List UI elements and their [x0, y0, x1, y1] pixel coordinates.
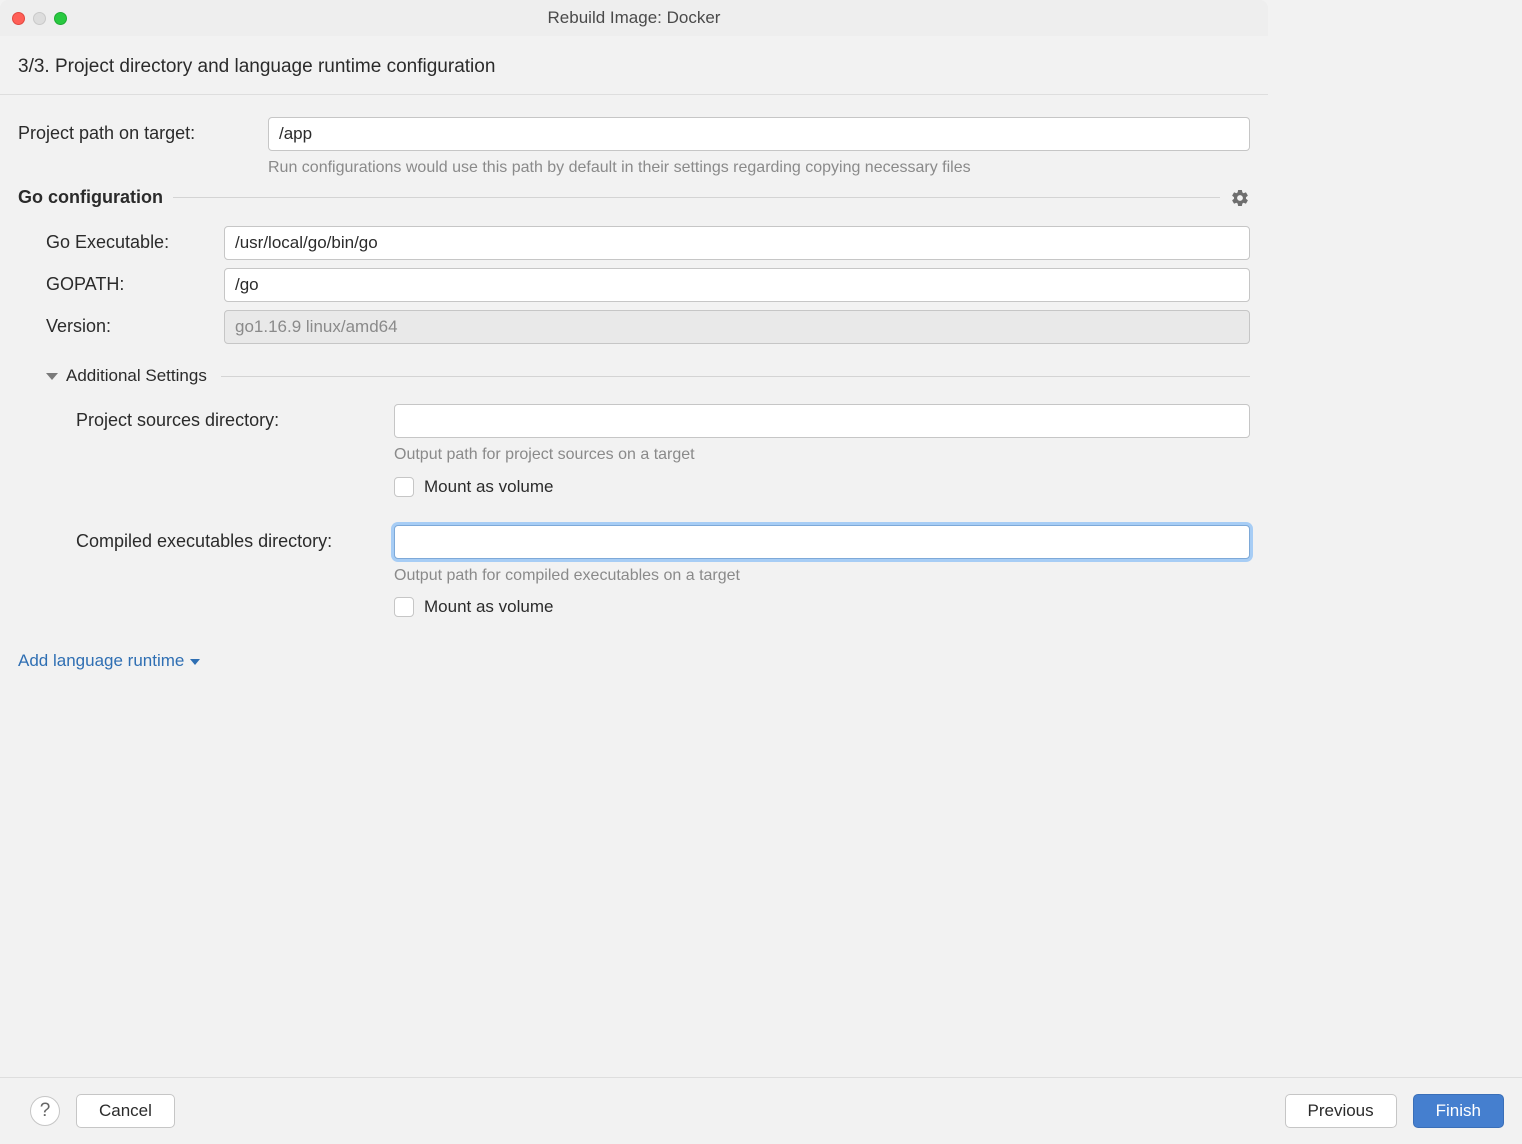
divider	[173, 197, 1220, 198]
help-button[interactable]: ?	[30, 1096, 60, 1126]
go-executable-input[interactable]	[224, 226, 1250, 260]
window-controls	[12, 12, 67, 25]
compiled-mount-checkbox[interactable]	[394, 597, 414, 617]
chevron-down-icon	[190, 659, 200, 665]
titlebar: Rebuild Image: Docker	[0, 0, 1268, 36]
chevron-down-icon	[46, 373, 58, 380]
additional-settings-toggle[interactable]: Additional Settings	[46, 366, 1250, 386]
gear-icon[interactable]	[1230, 188, 1250, 208]
project-sources-hint: Output path for project sources on a tar…	[394, 444, 1250, 466]
footer: ? Cancel Previous Finish	[0, 1077, 1522, 1144]
go-executable-label: Go Executable:	[46, 226, 206, 253]
window-title: Rebuild Image: Docker	[0, 8, 1268, 28]
project-sources-input[interactable]	[394, 404, 1250, 438]
step-heading: 3/3. Project directory and language runt…	[0, 36, 1268, 95]
previous-button[interactable]: Previous	[1285, 1094, 1397, 1128]
compiled-exec-hint: Output path for compiled executables on …	[394, 565, 1250, 587]
project-path-input[interactable]	[268, 117, 1250, 151]
sources-mount-label: Mount as volume	[424, 477, 553, 497]
version-label: Version:	[46, 310, 206, 337]
close-window-button[interactable]	[12, 12, 25, 25]
compiled-exec-label: Compiled executables directory:	[76, 525, 376, 617]
compiled-exec-input[interactable]	[394, 525, 1250, 559]
finish-button[interactable]: Finish	[1413, 1094, 1504, 1128]
compiled-mount-label: Mount as volume	[424, 597, 553, 617]
divider	[221, 376, 1250, 377]
project-path-label: Project path on target:	[18, 117, 250, 144]
gopath-label: GOPATH:	[46, 268, 206, 295]
go-config-section: Go configuration	[18, 187, 1250, 208]
minimize-window-button[interactable]	[33, 12, 46, 25]
add-language-runtime-label: Add language runtime	[18, 651, 184, 671]
gopath-input[interactable]	[224, 268, 1250, 302]
maximize-window-button[interactable]	[54, 12, 67, 25]
project-sources-label: Project sources directory:	[76, 404, 376, 496]
go-config-title: Go configuration	[18, 187, 163, 208]
additional-settings-title: Additional Settings	[66, 366, 207, 386]
project-path-hint: Run configurations would use this path b…	[268, 157, 1250, 179]
cancel-button[interactable]: Cancel	[76, 1094, 175, 1128]
version-input	[224, 310, 1250, 344]
add-language-runtime-link[interactable]: Add language runtime	[18, 651, 200, 671]
sources-mount-checkbox[interactable]	[394, 477, 414, 497]
